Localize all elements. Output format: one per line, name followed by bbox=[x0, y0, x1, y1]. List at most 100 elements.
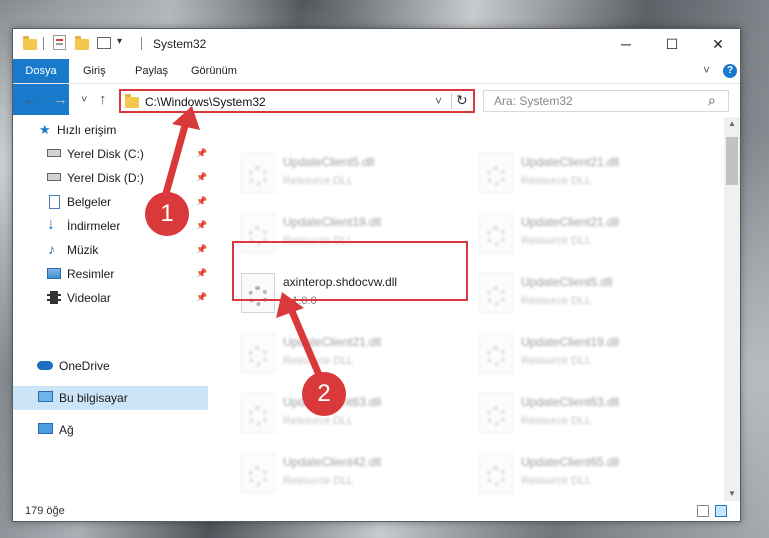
list-item[interactable]: UpdateClient42.dll Resource DLL bbox=[233, 445, 463, 501]
dll-file-icon bbox=[479, 453, 513, 493]
up-button[interactable]: ↑ bbox=[99, 92, 107, 108]
sidebar-item-local-disk-c[interactable]: Yerel Disk (C:) 📌 bbox=[13, 142, 208, 166]
folder-icon bbox=[23, 36, 37, 50]
sidebar-item-label: Hızlı erişim bbox=[57, 123, 117, 137]
dll-file-icon bbox=[241, 333, 275, 373]
dll-file-icon bbox=[479, 273, 513, 313]
address-dropdown-icon[interactable]: ˅ bbox=[435, 94, 442, 108]
pin-icon[interactable]: 📌 bbox=[196, 148, 207, 159]
new-folder-icon[interactable] bbox=[75, 36, 89, 50]
scroll-down-icon[interactable]: ▼ bbox=[728, 489, 736, 498]
sidebar-item-music[interactable]: ♪ Müzik 📌 bbox=[13, 238, 208, 262]
title-bar: ▾ System32 ─ ☐ ✕ bbox=[13, 29, 740, 59]
sidebar-item-label: OneDrive bbox=[59, 359, 110, 373]
file-type: Resource DLL bbox=[521, 475, 592, 487]
sidebar-item-videos[interactable]: Videolar 📌 bbox=[13, 286, 208, 310]
file-type: Resource DLL bbox=[521, 415, 592, 427]
music-icon: ♪ bbox=[48, 241, 55, 257]
dll-file-icon bbox=[479, 213, 513, 253]
address-path[interactable]: C:\Windows\System32 bbox=[145, 95, 266, 109]
pin-icon[interactable]: 📌 bbox=[196, 244, 207, 255]
list-item[interactable]: UpdateClient21.dll Resource DLL bbox=[233, 325, 463, 381]
large-icons-view-icon[interactable] bbox=[715, 505, 727, 517]
dll-file-icon bbox=[241, 393, 275, 433]
sidebar-item-label: Ağ bbox=[59, 423, 74, 437]
file-name: UpdateClient21.dll bbox=[521, 155, 620, 169]
status-bar: 179 öğe bbox=[13, 501, 740, 521]
sidebar-item-network[interactable]: Ağ bbox=[13, 418, 208, 442]
list-item[interactable]: UpdateClient63.dll Resource DLL bbox=[233, 385, 463, 441]
scroll-up-icon[interactable]: ▲ bbox=[728, 119, 736, 128]
pin-icon[interactable]: 📌 bbox=[196, 292, 207, 303]
refresh-icon[interactable]: ↻ bbox=[456, 92, 468, 109]
recent-locations-button[interactable]: ˅ bbox=[81, 92, 87, 108]
sidebar-item-label: Bu bilgisayar bbox=[59, 391, 128, 405]
dll-file-icon bbox=[479, 333, 513, 373]
sidebar-item-label: Videolar bbox=[67, 291, 111, 305]
sidebar-item-this-pc[interactable]: Bu bilgisayar bbox=[13, 386, 208, 410]
pin-icon[interactable]: 📌 bbox=[196, 268, 207, 279]
video-icon bbox=[47, 291, 61, 304]
computer-icon bbox=[38, 391, 53, 402]
tab-view[interactable]: Görünüm bbox=[191, 59, 237, 83]
navigation-pane: ★ Hızlı erişim Yerel Disk (C:) 📌 Yerel D… bbox=[13, 117, 208, 501]
address-bar[interactable]: C:\Windows\System32 ˅ ↻ bbox=[119, 89, 475, 113]
sidebar-item-label: Resimler bbox=[67, 267, 115, 281]
sidebar-item-quick-access[interactable]: ★ Hızlı erişim bbox=[13, 118, 208, 142]
file-name: UpdateClient21.dll bbox=[283, 335, 382, 349]
divider bbox=[43, 37, 44, 50]
search-input[interactable]: Ara: System32 bbox=[494, 94, 573, 108]
vertical-scrollbar[interactable]: ▲ ▼ bbox=[724, 117, 740, 501]
pin-icon[interactable]: 📌 bbox=[196, 220, 207, 231]
details-view-icon[interactable] bbox=[697, 505, 709, 517]
list-item[interactable]: UpdateClient21.dll Resource DLL bbox=[471, 205, 701, 261]
minimize-button[interactable]: ─ bbox=[603, 29, 649, 59]
star-icon: ★ bbox=[39, 122, 51, 137]
callout-2: 2 bbox=[302, 372, 346, 416]
list-item[interactable]: UpdateClient63.dll Resource DLL bbox=[471, 385, 701, 441]
toolbar-dropdown-icon[interactable]: ▾ bbox=[117, 36, 122, 47]
list-item[interactable]: UpdateClient65.dll Resource DLL bbox=[471, 445, 701, 501]
properties-icon[interactable] bbox=[53, 35, 66, 50]
back-button[interactable]: ← bbox=[23, 92, 38, 108]
file-type: Resource DLL bbox=[283, 175, 354, 187]
file-name: UpdateClient19.dll bbox=[283, 215, 382, 229]
drive-icon bbox=[47, 149, 61, 157]
sidebar-item-local-disk-d[interactable]: Yerel Disk (D:) 📌 bbox=[13, 166, 208, 190]
customize-toolbar-icon[interactable] bbox=[97, 37, 111, 49]
file-type: Resource DLL bbox=[283, 475, 354, 487]
pin-icon[interactable]: 📌 bbox=[196, 172, 207, 183]
forward-button[interactable]: → bbox=[53, 92, 68, 108]
window-title: System32 bbox=[153, 37, 207, 51]
file-name: UpdateClient63.dll bbox=[521, 395, 620, 409]
scrollbar-thumb[interactable] bbox=[726, 137, 738, 185]
expand-ribbon-icon[interactable]: ˅ bbox=[703, 63, 710, 77]
tab-home[interactable]: Giriş bbox=[83, 59, 106, 83]
list-item[interactable]: UpdateClient21.dll Resource DLL bbox=[471, 145, 701, 201]
sidebar-item-label: Yerel Disk (C:) bbox=[67, 147, 144, 161]
list-item[interactable]: UpdateClient19.dll Resource DLL bbox=[471, 325, 701, 381]
documents-icon bbox=[49, 195, 60, 209]
dll-file-icon bbox=[241, 453, 275, 493]
sidebar-item-onedrive[interactable]: OneDrive bbox=[13, 354, 208, 378]
network-icon bbox=[38, 423, 53, 434]
cloud-icon bbox=[37, 361, 53, 370]
ribbon-tabs: Dosya Giriş Paylaş Görünüm ˅ ? bbox=[13, 59, 740, 115]
list-item[interactable]: UpdateClient5.dll Resource DLL bbox=[471, 265, 701, 321]
pin-icon[interactable]: 📌 bbox=[196, 196, 207, 207]
tab-share[interactable]: Paylaş bbox=[135, 59, 168, 83]
maximize-button[interactable]: ☐ bbox=[649, 29, 695, 59]
close-button[interactable]: ✕ bbox=[695, 29, 741, 59]
file-type: Resource DLL bbox=[521, 235, 592, 247]
file-type: Resource DLL bbox=[283, 355, 354, 367]
sidebar-item-label: Müzik bbox=[67, 243, 99, 257]
file-name: UpdateClient21.dll bbox=[521, 215, 620, 229]
help-icon[interactable]: ? bbox=[723, 64, 737, 78]
item-count: 179 öğe bbox=[25, 505, 65, 517]
file-type: Resource DLL bbox=[521, 355, 592, 367]
sidebar-item-pictures[interactable]: Resimler 📌 bbox=[13, 262, 208, 286]
search-box[interactable]: Ara: System32 ⌕ bbox=[483, 90, 729, 112]
search-icon[interactable]: ⌕ bbox=[708, 92, 716, 109]
dll-file-icon bbox=[479, 393, 513, 433]
list-item[interactable]: UpdateClient5.dll Resource DLL bbox=[233, 145, 463, 201]
